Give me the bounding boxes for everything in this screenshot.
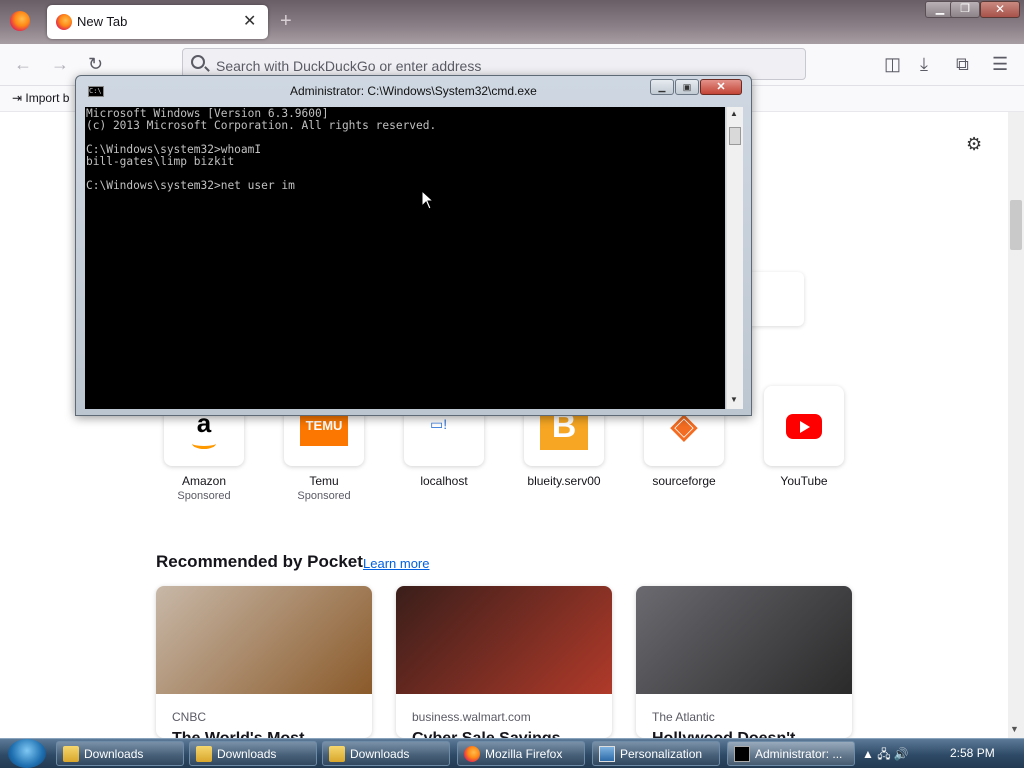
- shortcut-sponsored: Sponsored: [297, 490, 351, 502]
- pocket-card[interactable]: business.walmart.com Cyber Sale Savings: [396, 586, 612, 738]
- address-placeholder: Search with DuckDuckGo or enter address: [216, 58, 482, 74]
- cmd-scroll-up-icon[interactable]: ▲: [730, 109, 738, 118]
- new-tab-button[interactable]: +: [280, 10, 292, 33]
- cmd-app-icon[interactable]: C:\: [88, 86, 104, 97]
- pocket-card-headline: The World's Most: [172, 730, 304, 738]
- pocket-card-image: [396, 586, 612, 694]
- shortcut-label: sourceforge: [652, 474, 716, 488]
- console-output[interactable]: Microsoft Windows [Version 6.3.9600] (c)…: [85, 107, 725, 409]
- start-button-icon[interactable]: [8, 739, 46, 768]
- cmd-scrollbar[interactable]: ▲ ▼: [726, 107, 743, 409]
- folder-icon: [329, 746, 345, 762]
- shortcut-label: Temu: [309, 474, 339, 488]
- pocket-card-image: [636, 586, 852, 694]
- taskbar-item-downloads[interactable]: Downloads: [189, 741, 317, 766]
- taskbar-item-firefox[interactable]: Mozilla Firefox: [457, 741, 585, 766]
- reload-icon[interactable]: ↻: [88, 54, 103, 75]
- shortcut-label: Amazon: [181, 474, 227, 488]
- page-scrollbar-thumb[interactable]: [1010, 200, 1022, 250]
- pocket-card[interactable]: The Atlantic Hollywood Doesn't: [636, 586, 852, 738]
- taskbar-item-cmd[interactable]: Administrator: ...: [727, 741, 855, 766]
- extensions-icon[interactable]: ⧉: [956, 54, 969, 75]
- back-icon[interactable]: ←: [14, 54, 32, 75]
- pocket-card-source: CNBC: [172, 710, 207, 724]
- scroll-down-arrow-icon[interactable]: ▼: [1010, 724, 1019, 734]
- menu-icon[interactable]: ☰: [992, 54, 1008, 75]
- cmd-maximize-button[interactable]: ▣: [675, 79, 699, 95]
- cmd-minimize-button[interactable]: ▁: [650, 79, 674, 95]
- youtube-logo-icon: [786, 414, 822, 439]
- personalization-icon: [599, 746, 615, 762]
- folder-icon: [63, 746, 79, 762]
- pocket-card-source: business.walmart.com: [412, 710, 531, 724]
- taskbar-item-personalization[interactable]: Personalization: [592, 741, 720, 766]
- taskbar-item-downloads[interactable]: Downloads: [322, 741, 450, 766]
- cmd-scrollbar-thumb[interactable]: [729, 127, 741, 145]
- cmd-window-title: Administrator: C:\Windows\System32\cmd.e…: [290, 84, 537, 98]
- search-icon: [191, 55, 205, 69]
- tab-close-icon[interactable]: ✕: [243, 11, 256, 31]
- pocket-card[interactable]: CNBC The World's Most: [156, 586, 372, 738]
- taskbar-clock[interactable]: 2:58 PM: [950, 746, 995, 760]
- gear-icon[interactable]: ⚙: [966, 134, 982, 155]
- firefox-logo-icon[interactable]: [10, 11, 30, 31]
- firefox-icon: [464, 746, 480, 762]
- pocket-icon[interactable]: ◫: [884, 54, 901, 75]
- forward-icon[interactable]: →: [51, 54, 69, 75]
- downloads-icon[interactable]: ⤓: [920, 54, 928, 75]
- folder-icon: [196, 746, 212, 762]
- pocket-card-headline: Cyber Sale Savings: [412, 730, 561, 738]
- cmd-window[interactable]: C:\ Administrator: C:\Windows\System32\c…: [75, 75, 752, 416]
- cmd-scroll-down-icon[interactable]: ▼: [730, 395, 738, 404]
- shortcut-label: localhost: [420, 474, 468, 488]
- localhost-logo-icon: ▭!: [430, 416, 448, 432]
- pocket-card-source: The Atlantic: [652, 710, 715, 724]
- restore-button[interactable]: ❐: [950, 1, 980, 18]
- tab-new-tab[interactable]: New Tab ✕: [47, 5, 268, 39]
- cmd-close-button[interactable]: ✕: [700, 79, 742, 95]
- taskbar-item-downloads[interactable]: Downloads: [56, 741, 184, 766]
- close-window-button[interactable]: ✕: [980, 1, 1020, 18]
- system-tray-icons[interactable]: ▲ 🖧 🔊: [862, 745, 909, 766]
- import-bookmarks-button[interactable]: ⇥ Import b: [12, 91, 69, 105]
- tab-title: New Tab: [77, 14, 128, 29]
- pocket-card-headline: Hollywood Doesn't: [652, 730, 795, 738]
- shortcut-label: YouTube: [780, 474, 828, 488]
- cmd-icon: [734, 746, 750, 762]
- firefox-tab-icon: [56, 14, 72, 30]
- console-text: Microsoft Windows [Version 6.3.9600] (c)…: [86, 107, 437, 192]
- pocket-heading: Recommended by Pocket: [156, 552, 363, 571]
- mouse-cursor-icon: [421, 190, 435, 210]
- pocket-learn-more-link[interactable]: Learn more: [363, 556, 429, 571]
- shortcut-label: blueity.serv00: [527, 474, 601, 488]
- pocket-card-image: [156, 586, 372, 694]
- shortcut-youtube[interactable]: [764, 386, 844, 466]
- shortcut-sponsored: Sponsored: [177, 490, 231, 502]
